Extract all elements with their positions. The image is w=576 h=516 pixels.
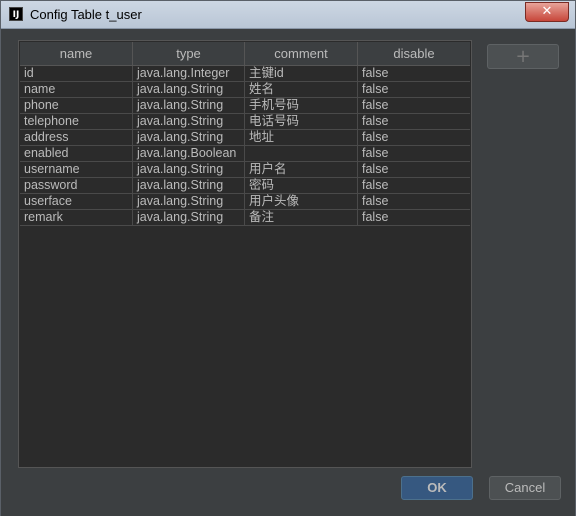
table-row[interactable]: remark java.lang.String 备注 false [20, 210, 470, 226]
cell-type[interactable]: java.lang.String [133, 210, 245, 226]
cell-name[interactable]: remark [20, 210, 133, 226]
cell-comment[interactable]: 备注 [245, 210, 358, 226]
table-row[interactable]: username java.lang.String 用户名 false [20, 162, 470, 178]
cell-name[interactable]: name [20, 82, 133, 98]
table-row[interactable]: telephone java.lang.String 电话号码 false [20, 114, 470, 130]
column-header-type[interactable]: type [133, 42, 245, 66]
cell-disable[interactable]: false [358, 114, 470, 130]
cell-disable[interactable]: false [358, 178, 470, 194]
cell-disable[interactable]: false [358, 146, 470, 162]
cell-type[interactable]: java.lang.String [133, 82, 245, 98]
cell-type[interactable]: java.lang.String [133, 162, 245, 178]
cell-disable[interactable]: false [358, 82, 470, 98]
cell-type[interactable]: java.lang.Boolean [133, 146, 245, 162]
cell-disable[interactable]: false [358, 194, 470, 210]
cell-disable[interactable]: false [358, 210, 470, 226]
title-bar[interactable]: IJ Config Table t_user ✕ [1, 1, 575, 29]
cell-comment[interactable] [245, 146, 358, 162]
cell-type[interactable]: java.lang.String [133, 194, 245, 210]
cell-comment[interactable]: 主键id [245, 66, 358, 82]
cell-type[interactable]: java.lang.Integer [133, 66, 245, 82]
cell-name[interactable]: password [20, 178, 133, 194]
cell-comment[interactable]: 电话号码 [245, 114, 358, 130]
table-row[interactable]: password java.lang.String 密码 false [20, 178, 470, 194]
cell-type[interactable]: java.lang.String [133, 114, 245, 130]
close-button[interactable]: ✕ [525, 2, 569, 22]
window-title: Config Table t_user [30, 7, 142, 22]
table-row[interactable]: address java.lang.String 地址 false [20, 130, 470, 146]
cell-disable[interactable]: false [358, 66, 470, 82]
dialog-content: name type comment disable id java.lang.In… [1, 30, 575, 516]
cell-disable[interactable]: false [358, 98, 470, 114]
cell-name[interactable]: telephone [20, 114, 133, 130]
column-header-comment[interactable]: comment [245, 42, 358, 66]
cell-name[interactable]: id [20, 66, 133, 82]
cell-type[interactable]: java.lang.String [133, 178, 245, 194]
cell-disable[interactable]: false [358, 130, 470, 146]
cell-name[interactable]: username [20, 162, 133, 178]
table-row[interactable]: name java.lang.String 姓名 false [20, 82, 470, 98]
cell-comment[interactable]: 用户头像 [245, 194, 358, 210]
cell-type[interactable]: java.lang.String [133, 98, 245, 114]
intellij-app-icon: IJ [9, 7, 23, 21]
ok-button[interactable]: OK [401, 476, 473, 500]
add-button[interactable]: + [487, 44, 559, 69]
column-header-name[interactable]: name [20, 42, 133, 66]
cell-name[interactable]: phone [20, 98, 133, 114]
cell-comment[interactable]: 手机号码 [245, 98, 358, 114]
cell-disable[interactable]: false [358, 162, 470, 178]
column-header-disable[interactable]: disable [358, 42, 470, 66]
table-row[interactable]: userface java.lang.String 用户头像 false [20, 194, 470, 210]
cell-comment[interactable]: 姓名 [245, 82, 358, 98]
table-body: id java.lang.Integer 主键id false name java.lan… [20, 66, 470, 226]
cell-comment[interactable]: 地址 [245, 130, 358, 146]
cell-type[interactable]: java.lang.String [133, 130, 245, 146]
cell-comment[interactable]: 密码 [245, 178, 358, 194]
table-row[interactable]: enabled java.lang.Boolean false [20, 146, 470, 162]
cell-name[interactable]: userface [20, 194, 133, 210]
table-row[interactable]: phone java.lang.String 手机号码 false [20, 98, 470, 114]
columns-table: name type comment disable id java.lang.In… [18, 40, 472, 468]
cell-name[interactable]: address [20, 130, 133, 146]
cell-name[interactable]: enabled [20, 146, 133, 162]
table-header: name type comment disable [20, 42, 470, 66]
cancel-button[interactable]: Cancel [489, 476, 561, 500]
config-table-dialog: IJ Config Table t_user ✕ name type comme… [0, 0, 576, 516]
cell-comment[interactable]: 用户名 [245, 162, 358, 178]
table-row[interactable]: id java.lang.Integer 主键id false [20, 66, 470, 82]
